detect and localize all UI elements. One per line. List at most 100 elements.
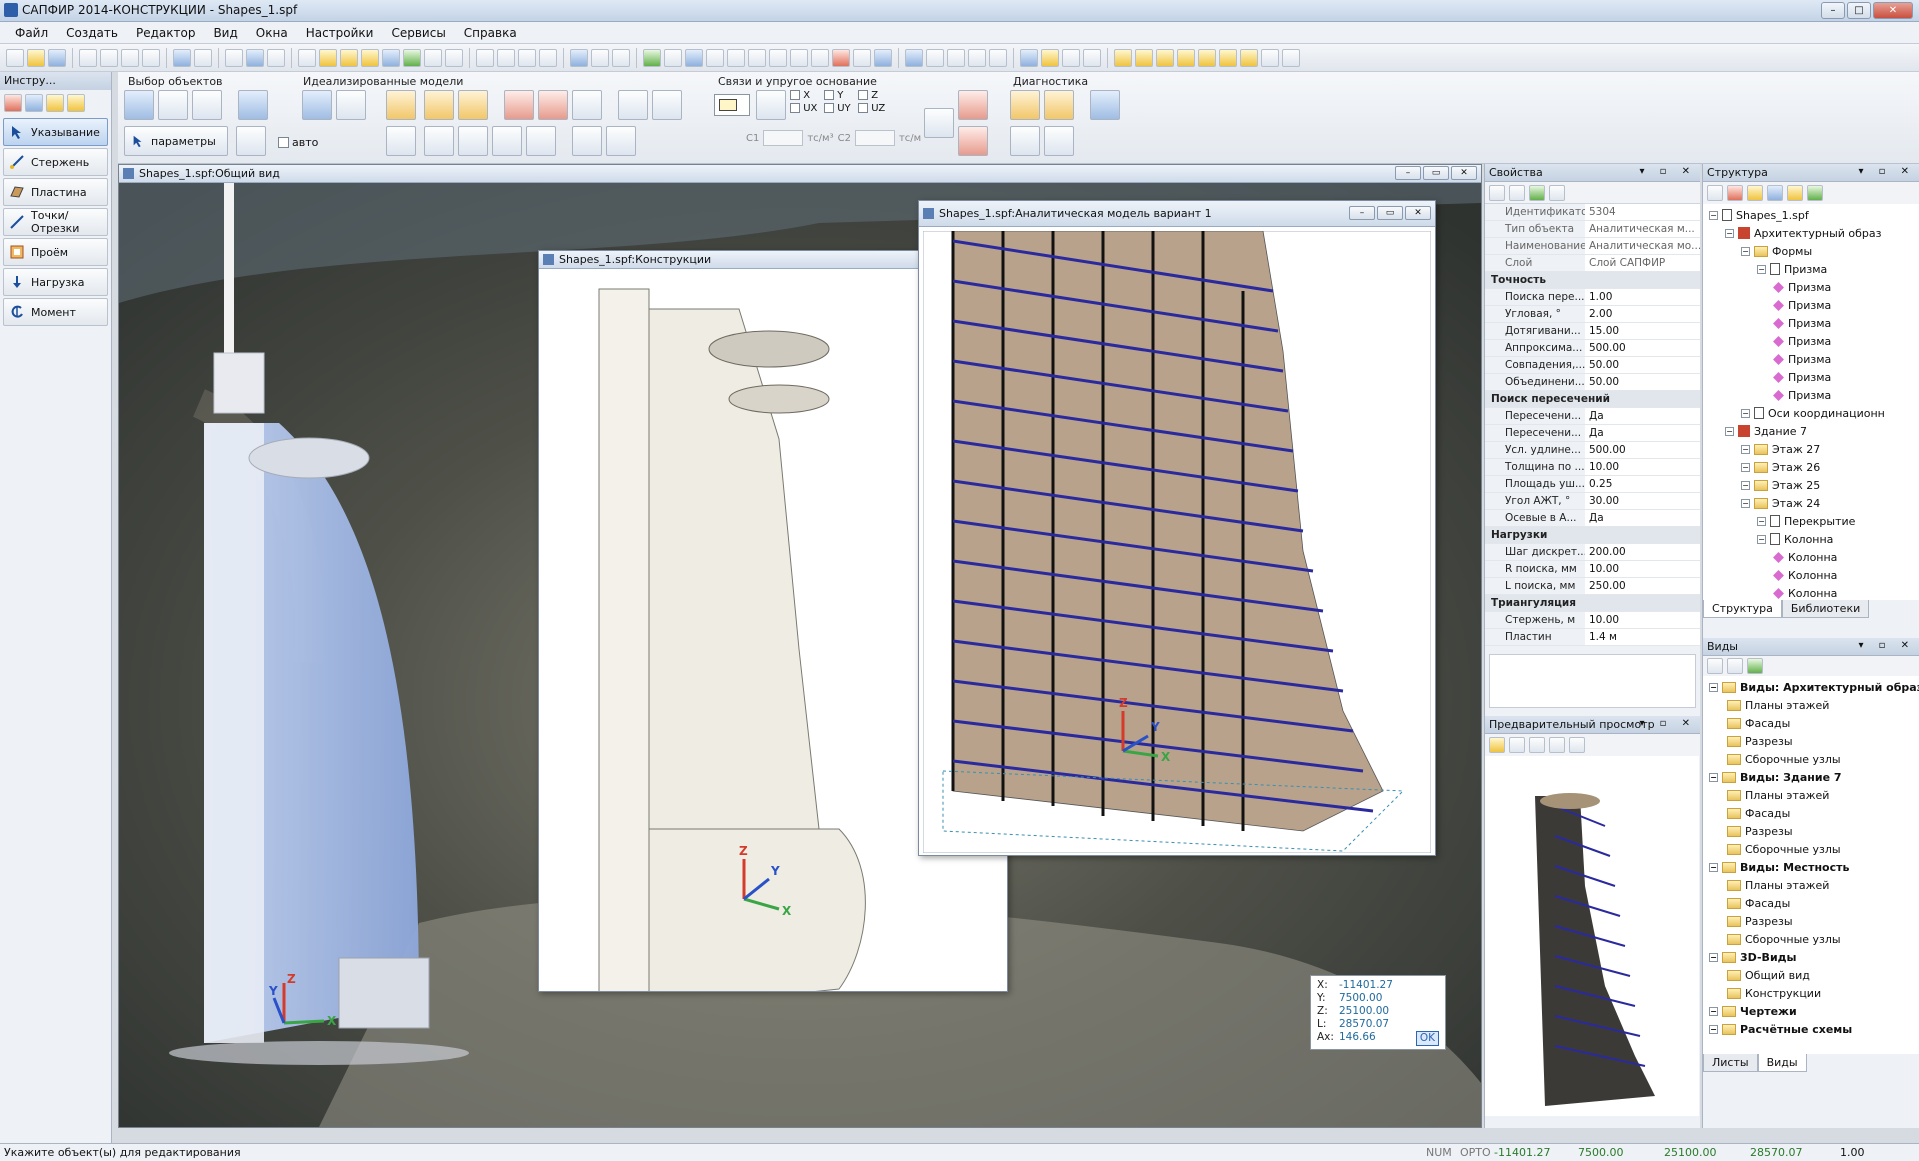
property-value[interactable]: Да — [1585, 510, 1700, 526]
structure-tree-node[interactable]: − Этаж 24 — [1703, 494, 1919, 512]
menu-file[interactable]: Файл — [6, 26, 57, 40]
property-row[interactable]: Аппроксима... 500.00 — [1485, 340, 1700, 357]
expand-toggle-icon[interactable]: − — [1741, 246, 1750, 256]
view-terrain-icon[interactable] — [403, 48, 421, 67]
structure-tree-node[interactable]: Призма — [1703, 278, 1919, 296]
property-row[interactable]: Усл. удлине... 500.00 — [1485, 442, 1700, 459]
constraint-ux[interactable]: UX — [790, 103, 824, 114]
menu-services[interactable]: Сервисы — [382, 26, 454, 40]
model-tool-c-icon[interactable] — [458, 126, 488, 156]
model-tool-d-icon[interactable] — [492, 126, 522, 156]
undo-icon[interactable] — [173, 48, 191, 67]
structure-tree-node[interactable]: − Этаж 25 — [1703, 476, 1919, 494]
property-value[interactable]: 10.00 — [1585, 561, 1700, 577]
views-tree-node[interactable]: − Виды: Местность — [1703, 858, 1919, 876]
properties-refresh-icon[interactable] — [1529, 185, 1545, 201]
structure-tree-node[interactable]: − Архитектурный образ — [1703, 224, 1919, 242]
expand-toggle-icon[interactable]: − — [1709, 682, 1718, 692]
obj1-icon[interactable] — [1114, 48, 1132, 67]
structure-tree-node[interactable]: Призма — [1703, 296, 1919, 314]
view-render-icon[interactable] — [361, 48, 379, 67]
align-icon[interactable] — [853, 48, 871, 67]
tool-opening[interactable]: Проём — [3, 238, 108, 266]
property-value[interactable]: 1.00 — [1585, 289, 1700, 305]
views-tree-node[interactable]: − Виды: Архитектурный образ — [1703, 678, 1919, 696]
constraint-y[interactable]: Y — [824, 90, 858, 101]
property-row[interactable]: Пересечени... Да — [1485, 425, 1700, 442]
preview-box-icon[interactable] — [1489, 737, 1505, 753]
grid-active-icon[interactable] — [685, 48, 703, 67]
analytical-restore[interactable]: ▭ — [1377, 206, 1403, 220]
redo-icon[interactable] — [194, 48, 212, 67]
layer-icon[interactable] — [476, 48, 494, 67]
views-refresh-icon[interactable] — [1747, 658, 1763, 674]
views-tree-node[interactable]: Сборочные узлы — [1703, 750, 1919, 768]
save-icon[interactable] — [48, 48, 66, 67]
paste-icon[interactable] — [121, 48, 139, 67]
property-row[interactable]: Угол АЖТ, ° 30.00 — [1485, 493, 1700, 510]
model-pen2-icon[interactable] — [606, 126, 636, 156]
property-row[interactable]: Совпадения,... 50.00 — [1485, 357, 1700, 374]
view-printer-icon[interactable] — [445, 48, 463, 67]
table3-icon[interactable] — [790, 48, 808, 67]
grid-lines-icon[interactable] — [1083, 48, 1101, 67]
property-row[interactable]: Поиска пере... 1.00 — [1485, 289, 1700, 306]
support-type-select[interactable] — [714, 94, 750, 116]
obj7-icon[interactable] — [1240, 48, 1258, 67]
property-row[interactable]: Дотягивани... 15.00 — [1485, 323, 1700, 340]
diag-a-icon[interactable] — [1010, 90, 1040, 120]
key-icon[interactable] — [1041, 48, 1059, 67]
property-value[interactable]: Да — [1585, 408, 1700, 424]
delete-icon[interactable] — [142, 48, 160, 67]
constraint-uz[interactable]: UZ — [858, 103, 892, 114]
close-button[interactable]: ✕ — [1873, 2, 1913, 19]
structure-tree-node[interactable]: − Этаж 27 — [1703, 440, 1919, 458]
grid-icon[interactable] — [664, 48, 682, 67]
structure-tree[interactable]: − Shapes_1.spf − Архитектурный образ − Формы −… — [1703, 204, 1919, 600]
model-star-icon[interactable] — [458, 90, 488, 120]
select-pointer-icon[interactable] — [124, 90, 154, 120]
model-beam-icon[interactable] — [386, 90, 416, 120]
new-file-icon[interactable] — [6, 48, 24, 67]
select-box-icon[interactable] — [158, 90, 188, 120]
expand-toggle-icon[interactable]: − — [1709, 862, 1718, 872]
auto-checkbox[interactable]: авто — [278, 136, 318, 149]
menu-create[interactable]: Создать — [57, 26, 127, 40]
structure-tree-node[interactable]: − Колонна — [1703, 530, 1919, 548]
tool-moment[interactable]: Момент — [3, 298, 108, 326]
property-value[interactable]: 30.00 — [1585, 493, 1700, 509]
remove-all-supports-icon[interactable] — [958, 126, 988, 156]
structure-tree-node[interactable]: − Shapes_1.spf — [1703, 206, 1919, 224]
expand-toggle-icon[interactable]: − — [1757, 516, 1766, 526]
property-value[interactable]: Аналитическая м... — [1585, 221, 1700, 237]
obj9-icon[interactable] — [1282, 48, 1300, 67]
property-value[interactable]: 10.00 — [1585, 459, 1700, 475]
diag-b-icon[interactable] — [1044, 90, 1074, 120]
expand-toggle-icon[interactable]: − — [1741, 462, 1750, 472]
print-icon[interactable] — [225, 48, 243, 67]
preview-fit-icon[interactable] — [1549, 737, 1565, 753]
show-icon[interactable] — [497, 48, 515, 67]
obj8-icon[interactable] — [1261, 48, 1279, 67]
property-value[interactable]: 1.4 м — [1585, 629, 1700, 645]
expand-toggle-icon[interactable]: − — [1725, 228, 1734, 238]
views-tree-node[interactable]: − Виды: Здание 7 — [1703, 768, 1919, 786]
model-axis-icon[interactable] — [572, 90, 602, 120]
model-nodes-icon[interactable] — [336, 90, 366, 120]
menu-view[interactable]: Вид — [204, 26, 246, 40]
preview-zoom-icon[interactable] — [1529, 737, 1545, 753]
structure-tree-node[interactable]: − Призма — [1703, 260, 1919, 278]
structure-refresh-icon[interactable] — [1807, 185, 1823, 201]
menu-help[interactable]: Справка — [455, 26, 526, 40]
property-value[interactable]: 2.00 — [1585, 306, 1700, 322]
properties-search-icon[interactable] — [1549, 185, 1565, 201]
preview-settings-icon[interactable] — [1569, 737, 1585, 753]
view-box-icon[interactable] — [298, 48, 316, 67]
property-row[interactable]: Угловая, ° 2.00 — [1485, 306, 1700, 323]
property-value[interactable]: 10.00 — [1585, 612, 1700, 628]
view-solid-icon[interactable] — [319, 48, 337, 67]
property-row[interactable]: Наименование Аналитическая мо... — [1485, 238, 1700, 255]
property-row[interactable]: Площадь уш... 0.25 — [1485, 476, 1700, 493]
model-cross-icon[interactable] — [424, 90, 454, 120]
tool-c-icon[interactable] — [46, 94, 64, 112]
